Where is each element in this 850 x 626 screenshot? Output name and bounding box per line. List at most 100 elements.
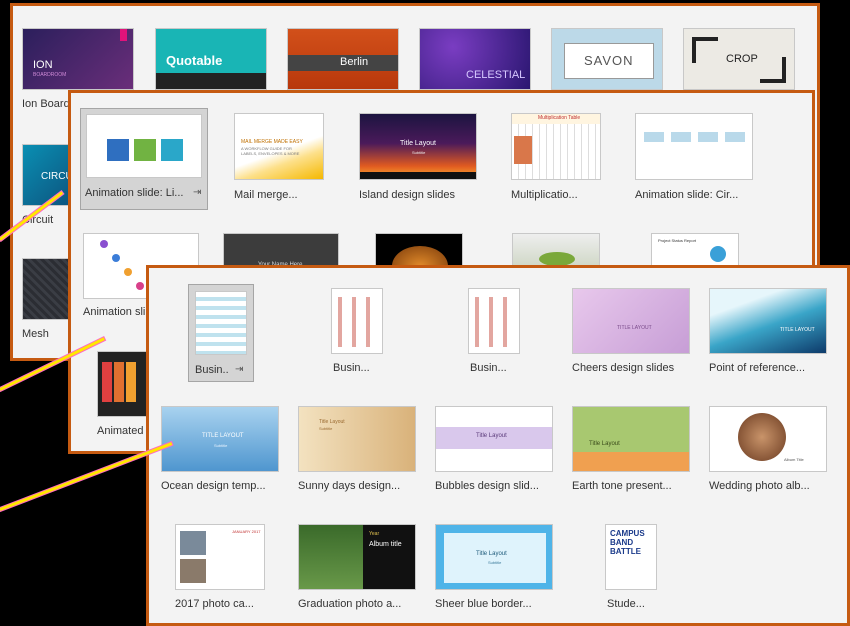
theme-tile-savon[interactable]: SAVON <box>551 28 665 94</box>
template-tile-island[interactable]: Title Layout Subtitle Island design slid… <box>359 113 489 213</box>
thumb-line: LABELS, ENVELOPES & MORE <box>241 151 300 156</box>
template-thumbnail: Year Album title <box>298 524 416 590</box>
theme-thumbnail: ION BOARDROOM <box>22 28 134 90</box>
thumb-line: BATTLE <box>610 547 641 556</box>
theme-tile-celestial[interactable]: CELESTIAL <box>419 28 533 94</box>
thumb-title: ION <box>33 59 53 71</box>
template-label: Multiplicatio... <box>511 189 578 201</box>
thumb-subtitle: BOARDROOM <box>33 72 67 78</box>
template-thumbnail <box>635 113 753 180</box>
template-tile-animation-line[interactable]: Animation slide: Li... ⇥ <box>80 108 208 210</box>
template-thumbnail <box>512 233 600 269</box>
template-label: Island design slides <box>359 189 456 201</box>
thumb-title: CROP <box>726 53 758 65</box>
template-thumbnail: MAIL MERGE MADE EASY A WORKFLOW GUIDE FO… <box>234 113 324 180</box>
template-tile-earth-tone[interactable]: Title Layout Earth tone present... <box>572 406 702 498</box>
template-label: Animation sli <box>83 306 146 318</box>
template-tile-mail-merge[interactable]: MAIL MERGE MADE EASY A WORKFLOW GUIDE FO… <box>234 113 356 213</box>
thumb-title: TITLE LAYOUT <box>202 433 244 439</box>
template-label: Stude... <box>607 598 645 610</box>
template-tile-business-3[interactable]: Busin... <box>468 288 524 380</box>
template-thumbnail: JANUARY 2017 <box>175 524 265 590</box>
template-gallery-panel-front: Busin... ⇥ Busin... Busin... TITLE LAYOU… <box>146 265 850 626</box>
thumb-line: CAMPUS <box>610 529 645 538</box>
theme-thumbnail: CROP <box>683 28 795 90</box>
template-label: Animation slide: Li... <box>85 187 184 199</box>
template-label: 2017 photo ca... <box>175 598 254 610</box>
thumb-title: Quotable <box>166 53 223 68</box>
theme-tile-crop[interactable]: CROP <box>683 28 797 94</box>
template-thumbnail <box>468 288 520 354</box>
pin-icon[interactable]: ⇥ <box>235 364 243 375</box>
thumb-title: JANUARY 2017 <box>232 529 261 534</box>
template-label: Point of reference... <box>709 362 805 374</box>
theme-label: Ion Boardroom <box>22 98 68 110</box>
template-tile-wedding[interactable]: Album Title Wedding photo alb... <box>709 406 839 498</box>
template-label: Animated <box>97 425 144 437</box>
template-tile-2017-calendar[interactable]: JANUARY 2017 2017 photo ca... <box>175 524 275 616</box>
thumb-title: Title Layout <box>589 441 620 447</box>
template-thumbnail <box>331 288 383 354</box>
template-thumbnail <box>375 233 463 269</box>
template-tile-sunny-days[interactable]: Title Layout Subtitle Sunny days design.… <box>298 406 428 498</box>
template-tile-cheers[interactable]: TITLE LAYOUT Cheers design slides <box>572 288 702 380</box>
thumb-title: Berlin <box>340 56 369 68</box>
template-tile-graduation[interactable]: Year Album title Graduation photo a... <box>298 524 428 616</box>
thumb-subtitle: Subtitle <box>214 443 228 448</box>
thumb-title: CELESTIAL <box>466 69 526 81</box>
thumb-subtitle: Subtitle <box>488 560 502 565</box>
template-label: Animation slide: Cir... <box>635 189 739 201</box>
template-thumbnail: Title Layout Subtitle <box>435 524 553 590</box>
template-tile-ocean[interactable]: TITLE LAYOUT Subtitle Ocean design temp.… <box>161 406 291 498</box>
template-label: Busin... <box>195 364 229 376</box>
thumb-title: TITLE LAYOUT <box>617 325 652 331</box>
template-label: Wedding photo alb... <box>709 480 810 492</box>
template-label: Earth tone present... <box>572 480 672 492</box>
thumb-subtitle: Subtitle <box>412 150 426 155</box>
thumb-title: Project Status Report <box>658 238 697 243</box>
template-tile-multiplication[interactable]: Multiplication Table Multiplicatio... <box>511 113 631 213</box>
thumb-title: Album Title <box>784 457 804 462</box>
template-tile-business-1[interactable]: Busin... ⇥ <box>188 284 254 382</box>
template-thumbnail: Your Name Here <box>223 233 339 269</box>
template-tile-bubbles[interactable]: Title Layout Bubbles design slid... <box>435 406 565 498</box>
template-tile-point-of-reference[interactable]: TITLE LAYOUT Point of reference... <box>709 288 839 380</box>
pin-icon[interactable]: ⇥ <box>193 187 201 198</box>
template-tile-animation-circle[interactable]: Animation slide: Cir... <box>635 113 765 213</box>
template-thumbnail: Title Layout <box>572 406 690 472</box>
template-thumbnail: TITLE LAYOUT <box>709 288 827 354</box>
thumb-subtitle: Year <box>369 531 380 537</box>
theme-tile-quotable[interactable]: Quotable <box>155 28 269 94</box>
template-thumbnail: Title Layout <box>435 406 553 472</box>
template-thumbnail: Multiplication Table <box>511 113 601 180</box>
thumb-title: Title Layout <box>476 551 507 557</box>
template-label: Graduation photo a... <box>298 598 402 610</box>
template-label: Cheers design slides <box>572 362 675 374</box>
thumb-title: Title Layout <box>319 419 345 425</box>
theme-tile-berlin[interactable]: Berlin <box>287 28 401 94</box>
template-thumbnail: Project Status Report <box>651 233 739 269</box>
template-tile-sheer-blue[interactable]: Title Layout Subtitle Sheer blue border.… <box>435 524 565 616</box>
thumb-subtitle: Subtitle <box>319 426 333 431</box>
template-thumbnail: TITLE LAYOUT <box>572 288 690 354</box>
template-label: Busin... <box>470 362 507 374</box>
template-label: Bubbles design slid... <box>435 480 539 492</box>
template-label: Sheer blue border... <box>435 598 532 610</box>
template-thumbnail: TITLE LAYOUT Subtitle <box>161 406 279 472</box>
template-thumbnail: Album Title <box>709 406 827 472</box>
thumb-title: Album title <box>369 541 402 548</box>
template-thumbnail: Title Layout Subtitle <box>298 406 416 472</box>
thumb-title: Title Layout <box>476 433 507 439</box>
theme-thumbnail: Quotable <box>155 28 267 90</box>
template-label: Mail merge... <box>234 189 298 201</box>
template-label: Ocean design temp... <box>161 480 266 492</box>
thumb-title: SAVON <box>584 53 634 68</box>
template-tile-student-flyer[interactable]: CAMPUS BAND BATTLE Stude... <box>605 524 669 616</box>
template-label: Sunny days design... <box>298 480 401 492</box>
template-thumbnail <box>195 291 247 355</box>
theme-thumbnail: Berlin <box>287 28 399 90</box>
thumb-line: BAND <box>610 538 634 547</box>
thumb-title: Multiplication Table <box>538 115 581 121</box>
template-tile-business-2[interactable]: Busin... <box>331 288 387 380</box>
thumb-title: Title Layout <box>400 140 436 147</box>
